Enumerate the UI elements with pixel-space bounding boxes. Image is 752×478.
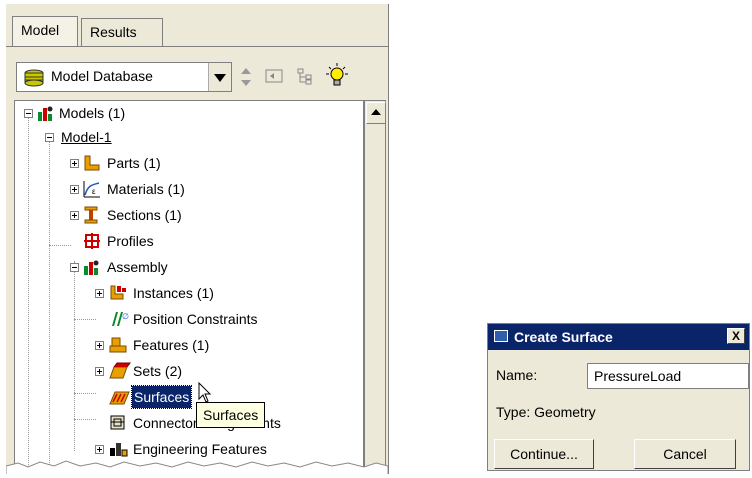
collapse-icon[interactable] bbox=[24, 109, 33, 118]
tree-node-features[interactable]: Features (1) bbox=[15, 333, 355, 357]
model-tree[interactable]: Models (1) Model-1 Parts (1) ε Materials… bbox=[14, 100, 364, 472]
tree-node-models[interactable]: Models (1) bbox=[15, 101, 355, 125]
tree-node-instances[interactable]: Instances (1) bbox=[15, 281, 355, 305]
name-label: Name: bbox=[496, 367, 538, 383]
tree-label-model-1: Model-1 bbox=[61, 129, 112, 145]
close-button[interactable]: X bbox=[727, 328, 745, 344]
connector-assignments-icon bbox=[109, 414, 127, 439]
svg-text:ε: ε bbox=[92, 187, 96, 196]
tree-label-profiles: Profiles bbox=[107, 233, 154, 249]
mouse-pointer-icon bbox=[198, 381, 212, 407]
name-input[interactable]: PressureLoad bbox=[587, 363, 749, 389]
tree-node-position-constraints[interactable]: ∅ Position Constraints bbox=[15, 307, 355, 331]
cancel-button[interactable]: Cancel bbox=[634, 439, 736, 469]
sets-icon bbox=[109, 362, 131, 387]
instances-icon bbox=[109, 284, 129, 309]
type-label: Type: Geometry bbox=[496, 404, 596, 420]
tab-results[interactable]: Results bbox=[81, 18, 163, 46]
tree-label-parts: Parts (1) bbox=[107, 155, 161, 171]
tree-node-materials[interactable]: ε Materials (1) bbox=[15, 177, 355, 201]
expand-icon[interactable] bbox=[95, 445, 104, 454]
tab-model[interactable]: Model bbox=[12, 16, 78, 46]
tree-scrollbar[interactable] bbox=[364, 100, 386, 472]
expand-icon[interactable] bbox=[70, 185, 79, 194]
create-surface-dialog: Create Surface X Name: PressureLoad Type… bbox=[487, 323, 750, 471]
tab-divider bbox=[6, 46, 388, 47]
position-constraints-icon: ∅ bbox=[109, 310, 129, 335]
parts-icon bbox=[83, 154, 101, 179]
type-label-text: Type: bbox=[496, 404, 531, 420]
torn-edge bbox=[6, 460, 388, 474]
continue-button[interactable]: Continue... bbox=[494, 439, 594, 469]
profiles-icon bbox=[83, 232, 101, 257]
tree-node-sets[interactable]: Sets (2) bbox=[15, 359, 355, 383]
tree-node-profiles[interactable]: Profiles bbox=[15, 229, 355, 253]
svg-text:∅: ∅ bbox=[122, 312, 129, 321]
tree-label-features: Features (1) bbox=[133, 337, 210, 353]
model-database-label: Model Database bbox=[51, 68, 153, 84]
collapse-icon[interactable] bbox=[45, 133, 54, 142]
database-icon bbox=[23, 69, 45, 90]
dialog-title: Create Surface bbox=[514, 329, 613, 345]
expand-icon[interactable] bbox=[70, 211, 79, 220]
materials-icon: ε bbox=[83, 180, 101, 205]
tree-node-sections[interactable]: Sections (1) bbox=[15, 203, 355, 227]
collapse-folder-icon[interactable] bbox=[264, 66, 284, 89]
type-value: Geometry bbox=[534, 404, 596, 420]
model-database-select[interactable]: Model Database bbox=[16, 62, 232, 92]
tree-label-materials: Materials (1) bbox=[107, 181, 185, 197]
collapse-icon[interactable] bbox=[70, 263, 79, 272]
tree-label-position-constraints: Position Constraints bbox=[133, 311, 258, 327]
tree-node-surfaces[interactable]: Surfaces bbox=[15, 385, 355, 409]
expand-icon[interactable] bbox=[95, 367, 104, 376]
window-icon bbox=[494, 330, 508, 342]
assembly-icon bbox=[83, 258, 101, 283]
chevron-down-icon[interactable] bbox=[208, 63, 231, 91]
expand-icon[interactable] bbox=[95, 289, 104, 298]
model-tree-panel: Model Results Model Database Models (1) … bbox=[6, 4, 389, 474]
tree-label-sections: Sections (1) bbox=[107, 207, 182, 223]
tree-node-connector-assignments[interactable]: Connector Assignments bbox=[15, 411, 355, 435]
tree-label-sets: Sets (2) bbox=[133, 363, 183, 379]
sections-icon bbox=[83, 206, 101, 231]
tree-label-surfaces: Surfaces bbox=[130, 385, 193, 409]
sort-updown-icon[interactable] bbox=[239, 66, 253, 91]
features-icon bbox=[109, 336, 127, 361]
tree-node-parts[interactable]: Parts (1) bbox=[15, 151, 355, 175]
tree-filter-icon[interactable] bbox=[296, 66, 316, 89]
tree-label-assembly: Assembly bbox=[107, 259, 168, 275]
surfaces-icon bbox=[109, 388, 131, 413]
scroll-up-button[interactable] bbox=[366, 102, 386, 124]
dialog-title-bar[interactable]: Create Surface X bbox=[488, 324, 749, 350]
tree-label-instances: Instances (1) bbox=[133, 285, 214, 301]
tree-node-model-1[interactable]: Model-1 bbox=[15, 125, 355, 149]
lightbulb-icon[interactable] bbox=[326, 62, 348, 91]
expand-icon[interactable] bbox=[70, 159, 79, 168]
expand-icon[interactable] bbox=[95, 341, 104, 350]
tree-node-assembly[interactable]: Assembly bbox=[15, 255, 355, 279]
tree-label-models: Models (1) bbox=[59, 105, 126, 121]
